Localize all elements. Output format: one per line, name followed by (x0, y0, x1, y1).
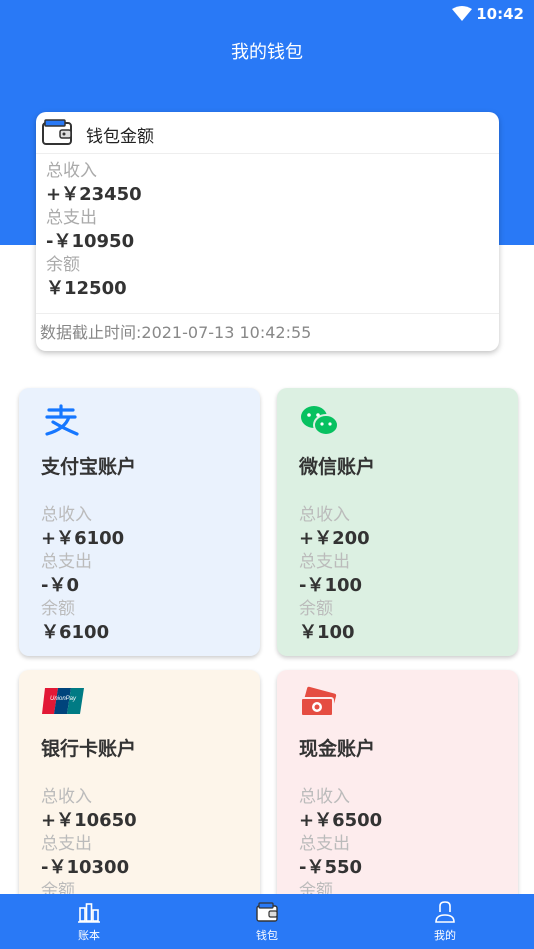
income-label: 总收入 (299, 505, 350, 525)
expense-value: -￥100 (299, 575, 363, 596)
unionpay-icon: UnionPay (42, 688, 84, 714)
nav-item-ledger[interactable]: 账本 (59, 900, 119, 943)
income-label: 总收入 (41, 505, 92, 525)
expense-label: 总支出 (41, 834, 92, 854)
income-value: +￥6500 (299, 810, 383, 831)
account-card-alipay[interactable]: 支付宝账户 总收入 +￥6100 总支出 -￥0 余额 ￥6100 (19, 388, 260, 656)
income-value: +￥200 (299, 528, 370, 549)
wallet-summary-card: 钱包金额 总收入 +￥23450 总支出 -￥10950 余额 ￥12500 数… (36, 112, 499, 351)
alipay-icon (45, 404, 79, 436)
income-value: +￥10650 (41, 810, 137, 831)
cash-icon (300, 686, 337, 717)
wifi-icon (452, 6, 472, 21)
balance-label: 余额 (299, 599, 333, 619)
nav-label: 我的 (434, 929, 456, 942)
page-title: 我的钱包 (231, 42, 303, 63)
balance-label: 余额 (41, 599, 75, 619)
wechat-icon (301, 406, 339, 436)
balance-value: ￥100 (299, 622, 355, 643)
nav-label: 账本 (78, 929, 100, 942)
expense-value: -￥10300 (41, 857, 130, 878)
expense-value: -￥0 (41, 575, 79, 596)
status-time: 10:42 (476, 5, 524, 23)
summary-heading: 钱包金额 (86, 127, 154, 147)
account-card-wechat[interactable]: 微信账户 总收入 +￥200 总支出 -￥100 余额 ￥100 (277, 388, 518, 656)
status-bar: 10:42 (0, 0, 534, 28)
ledger-icon (78, 903, 100, 923)
summary-header: 钱包金额 (36, 112, 499, 154)
account-stats: 总收入 +￥6500 总支出 -￥550 余额 (299, 786, 382, 903)
balance-value: ￥12500 (46, 278, 127, 299)
balance-label: 余额 (46, 255, 80, 275)
income-value: +￥6100 (41, 528, 125, 549)
account-title: 微信账户 (299, 456, 376, 478)
account-stats: 总收入 +￥10650 总支出 -￥10300 余额 (41, 786, 137, 903)
account-stats: 总收入 +￥6100 总支出 -￥0 余额 ￥6100 (41, 504, 124, 645)
nav-item-wallet[interactable]: 钱包 (237, 900, 297, 943)
summary-stats: 总收入 +￥23450 总支出 -￥10950 余额 ￥12500 (36, 154, 499, 301)
nav-label: 钱包 (256, 929, 278, 942)
income-value: +￥23450 (46, 184, 142, 205)
profile-icon (435, 901, 455, 923)
account-stats: 总收入 +￥200 总支出 -￥100 余额 ￥100 (299, 504, 370, 645)
expense-label: 总支出 (299, 552, 350, 572)
income-label: 总收入 (46, 161, 97, 181)
wallet-icon (42, 119, 72, 145)
bottom-nav: 账本 钱包 我的 (0, 894, 534, 949)
expense-label: 总支出 (299, 834, 350, 854)
balance-value: ￥6100 (41, 622, 110, 643)
income-label: 总收入 (299, 787, 350, 807)
expense-value: -￥10950 (46, 231, 135, 252)
expense-label: 总支出 (41, 552, 92, 572)
svg-text:UnionPay: UnionPay (50, 696, 77, 702)
account-title: 现金账户 (299, 738, 376, 760)
account-title: 支付宝账户 (41, 456, 137, 478)
expense-label: 总支出 (46, 208, 97, 228)
income-label: 总收入 (41, 787, 92, 807)
data-cutoff-time: 数据截止时间:2021-07-13 10:42:55 (36, 313, 499, 348)
wallet-icon (256, 902, 278, 922)
nav-item-profile[interactable]: 我的 (415, 900, 475, 943)
expense-value: -￥550 (299, 857, 363, 878)
account-title: 银行卡账户 (41, 738, 137, 760)
